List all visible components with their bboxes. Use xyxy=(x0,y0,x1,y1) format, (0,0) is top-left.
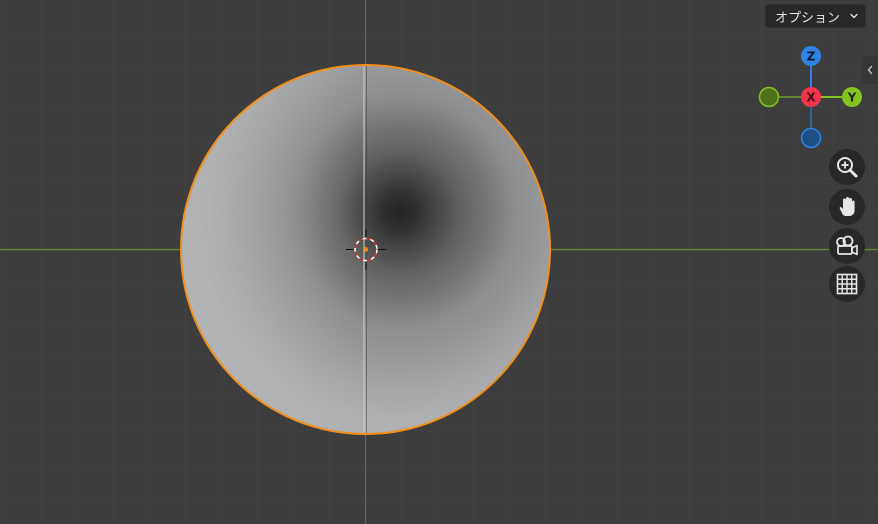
gizmo-z-label: Z xyxy=(807,50,816,64)
object-origin xyxy=(363,247,368,252)
navigation-gizmo[interactable]: Z Y X xyxy=(757,44,865,152)
hand-icon xyxy=(839,197,855,216)
zoom-in-icon xyxy=(837,157,858,178)
chevron-down-icon xyxy=(850,13,858,19)
options-label: オプション xyxy=(775,10,841,26)
gizmo-neg-y[interactable] xyxy=(758,86,780,108)
chevron-left-icon xyxy=(867,65,873,75)
gizmo-y[interactable]: Y xyxy=(842,87,862,107)
zoom-button[interactable] xyxy=(829,149,865,185)
3d-viewport[interactable]: オプション Z Y X xyxy=(0,0,878,524)
camera-view-button[interactable] xyxy=(829,228,865,264)
gizmo-x-label: X xyxy=(806,91,816,105)
gizmo-y-label: Y xyxy=(847,91,857,105)
options-dropdown[interactable]: オプション xyxy=(765,4,866,28)
viewport-grid xyxy=(0,0,878,524)
grid-perspective-icon xyxy=(836,273,858,295)
camera-view-icon xyxy=(836,235,858,256)
gizmo-x[interactable]: X xyxy=(801,87,821,107)
pan-button[interactable] xyxy=(829,189,865,225)
perspective-toggle-button[interactable] xyxy=(829,266,865,302)
gizmo-neg-z[interactable] xyxy=(800,127,822,149)
gizmo-z[interactable]: Z xyxy=(801,46,821,66)
